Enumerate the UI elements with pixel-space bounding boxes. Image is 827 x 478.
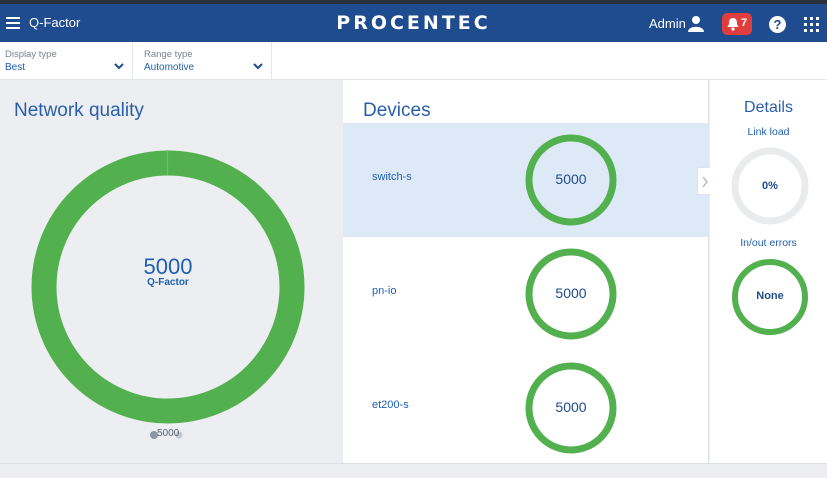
device-name: switch-s xyxy=(372,171,412,183)
network-quality-panel: Network quality 5000 Q-Factor 5000 xyxy=(0,80,343,463)
devices-panel: Devices switch-s 5000 pn-io 5000 et200-s… xyxy=(343,80,709,463)
chevron-down-icon xyxy=(114,63,124,70)
device-value: 5000 xyxy=(555,171,587,187)
network-quality-title: Network quality xyxy=(14,100,144,121)
expand-details-button[interactable] xyxy=(697,167,711,195)
details-title: Details xyxy=(744,99,793,116)
quality-caption: Q-Factor xyxy=(147,277,189,288)
link-load-value: 0% xyxy=(762,180,778,192)
details-panel: Details Link load 0% In/out errors None xyxy=(710,80,827,463)
alerts-count: 7 xyxy=(741,17,748,29)
chevron-right-icon xyxy=(702,176,708,188)
apps-grid-icon[interactable] xyxy=(804,17,819,32)
footer-bar xyxy=(0,463,827,478)
device-row-pn-io[interactable]: pn-io 5000 xyxy=(343,237,709,351)
top-bar: Q-Factor PROCENTEC Admin 7 ? xyxy=(0,0,827,42)
help-icon[interactable]: ? xyxy=(769,16,786,33)
devices-title: Devices xyxy=(363,100,431,121)
device-name: et200-s xyxy=(372,399,409,411)
filter-bar: Display type Best Range type Automotive xyxy=(0,42,827,80)
errors-value: None xyxy=(756,290,784,302)
device-value: 5000 xyxy=(555,399,587,415)
chevron-down-icon xyxy=(253,63,263,70)
bell-icon xyxy=(727,18,739,31)
device-row-switch-s[interactable]: switch-s 5000 xyxy=(343,123,709,237)
display-type-label: Display type xyxy=(5,49,57,60)
slider-value: 5000 xyxy=(157,428,180,439)
device-value: 5000 xyxy=(555,285,587,301)
device-row-et200-s[interactable]: et200-s 5000 xyxy=(343,351,709,465)
errors-label: In/out errors xyxy=(740,237,797,249)
range-type-dropdown[interactable]: Range type Automotive xyxy=(133,42,272,80)
range-type-label: Range type xyxy=(144,49,193,60)
user-icon[interactable] xyxy=(688,15,704,32)
display-type-dropdown[interactable]: Display type Best xyxy=(0,42,133,80)
alerts-button[interactable]: 7 xyxy=(722,13,752,35)
device-name: pn-io xyxy=(372,285,397,297)
display-type-value: Best xyxy=(5,62,26,73)
link-load-label: Link load xyxy=(747,126,790,138)
range-type-value: Automotive xyxy=(144,62,195,73)
user-name[interactable]: Admin xyxy=(649,16,686,31)
